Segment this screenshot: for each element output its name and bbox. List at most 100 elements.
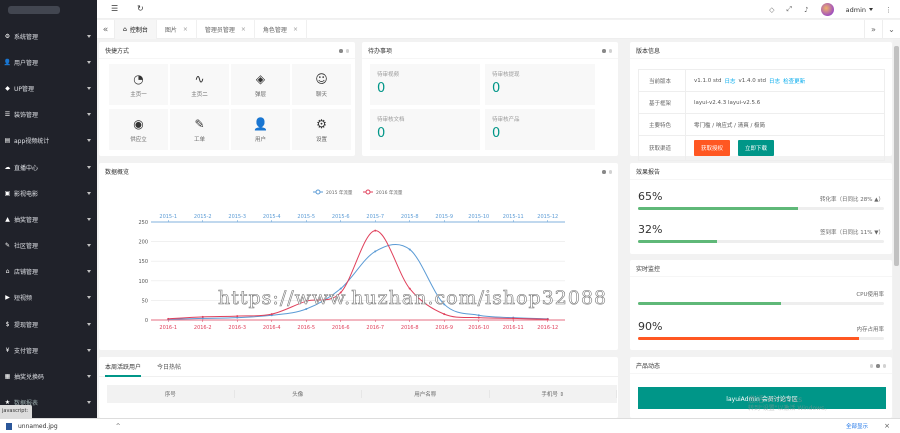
- tab-active-users[interactable]: 本周活跃用户: [105, 362, 142, 377]
- sidebar-item[interactable]: 👤 用户管理: [0, 49, 97, 75]
- sidebar-item[interactable]: ▦ 抽奖兑换码: [0, 363, 97, 389]
- show-all-link[interactable]: 全部显示: [846, 422, 868, 430]
- carousel-dots[interactable]: [602, 170, 612, 174]
- refresh-icon[interactable]: ↻: [137, 4, 144, 13]
- sidebar-item[interactable]: ▣ 影视电影: [0, 180, 97, 206]
- file-icon: [6, 422, 12, 430]
- download-file-name[interactable]: unnamed.jpg: [18, 423, 58, 430]
- column-header[interactable]: 用户名称: [362, 390, 490, 398]
- tabs-prev-icon[interactable]: «: [97, 20, 115, 39]
- sidebar-item[interactable]: ☁ 直播中心: [0, 154, 97, 180]
- carousel-dots[interactable]: [869, 364, 886, 368]
- scrollbar[interactable]: [893, 40, 900, 418]
- user-menu[interactable]: admin: [846, 6, 873, 14]
- close-icon[interactable]: ×: [241, 26, 246, 33]
- scrollbar-thumb[interactable]: [894, 46, 899, 266]
- chevron-up-icon[interactable]: ^: [116, 423, 121, 430]
- page-tab[interactable]: 角色管理 ×: [255, 20, 307, 39]
- page-tab[interactable]: 管理员管理 ×: [197, 20, 255, 39]
- sidebar-item-label: 店铺管理: [14, 269, 39, 277]
- close-icon[interactable]: ×: [884, 422, 890, 430]
- shortcut-item[interactable]: ✎ 工单: [170, 109, 229, 150]
- chevron-down-icon: [869, 8, 873, 11]
- shortcut-item[interactable]: ◈ 弹层: [231, 64, 290, 105]
- sidebar-item-label: app视频统计: [14, 138, 50, 146]
- sidebar-item[interactable]: ⌂ 店铺管理: [0, 259, 97, 285]
- sidebar-item[interactable]: ✎ 社区管理: [0, 233, 97, 259]
- check-update-link[interactable]: 检查更新: [783, 77, 805, 85]
- chevron-down-icon: [87, 86, 91, 90]
- avatar[interactable]: [820, 3, 834, 16]
- version-key: 主要特色: [649, 122, 672, 129]
- windows-activation: 激活 Windows 转到"设置"以激活 Windows。: [748, 395, 830, 413]
- shortcut-item[interactable]: ☺ 聊天: [292, 64, 351, 105]
- shortcut-item[interactable]: 👤 用户: [231, 109, 290, 150]
- x-bottom-tick-label: 2016-5: [297, 325, 315, 331]
- close-icon[interactable]: ×: [293, 26, 298, 33]
- get-license-button[interactable]: 获取授权: [694, 140, 731, 156]
- shortcut-item[interactable]: ◔ 主页一: [109, 64, 168, 105]
- sidebar-item[interactable]: ⚙ 系统管理: [0, 23, 97, 49]
- page-tab[interactable]: ⌂ 控制台: [115, 20, 157, 39]
- sidebar-item[interactable]: $ 提现管理: [0, 311, 97, 337]
- version-row-base: 基于框架 layui-v2.4.3 layui-v2.5.6: [639, 92, 884, 114]
- log-link[interactable]: 日志: [725, 77, 736, 85]
- chevron-down-icon: [87, 244, 91, 248]
- menu-toggle-icon[interactable]: ☰: [111, 4, 118, 13]
- x-top-tick-label: 2015-12: [537, 214, 558, 220]
- column-header[interactable]: 序号: [107, 390, 235, 398]
- x-bottom-tick-label: 2016-4: [263, 325, 281, 331]
- todo-count: 0: [492, 81, 501, 96]
- log-link[interactable]: 日志: [769, 77, 780, 85]
- shortcut-item[interactable]: ◉ 供应立: [109, 109, 168, 150]
- chevron-down-icon: [87, 165, 91, 169]
- shortcut-item[interactable]: ∿ 主页二: [170, 64, 229, 105]
- sidebar-item[interactable]: ▲ 抽奖管理: [0, 206, 97, 232]
- overview-title: 数据概览: [105, 169, 130, 176]
- download-button[interactable]: 立即下载: [738, 140, 775, 156]
- x-bottom-tick-label: 2016-10: [468, 325, 489, 331]
- menu-icon: ¥: [5, 346, 10, 354]
- data-point: [374, 250, 377, 253]
- progress-bar: [638, 240, 884, 243]
- tag-icon[interactable]: ◇: [769, 6, 774, 14]
- page-tab[interactable]: 图片 ×: [157, 20, 197, 39]
- sidebar-item[interactable]: ☰ 装饰管理: [0, 102, 97, 128]
- monitor-title: 实时监控: [636, 265, 661, 273]
- sidebar-item[interactable]: ◆ UP管理: [0, 75, 97, 101]
- shortcut-label: 供应立: [130, 137, 147, 143]
- tabs-next-icon[interactable]: »: [864, 20, 882, 39]
- todo-item[interactable]: 待审核产品 0: [485, 109, 595, 150]
- bell-icon[interactable]: ♪: [804, 6, 808, 14]
- todo-label: 待审核产品: [492, 117, 520, 123]
- report-value: 32%: [638, 223, 663, 236]
- column-header[interactable]: 头像: [235, 390, 362, 398]
- todo-item[interactable]: 待审核文档 0: [370, 109, 480, 150]
- todo-item[interactable]: 待审视频 0: [370, 64, 480, 105]
- fullscreen-icon[interactable]: ⤢: [787, 5, 793, 14]
- sidebar-item[interactable]: ▤ app视频统计: [0, 128, 97, 154]
- x-top-tick-label: 2015-11: [503, 214, 524, 220]
- carousel-dots[interactable]: [339, 49, 349, 53]
- tabs-menu-icon[interactable]: ⌄: [882, 20, 900, 39]
- overview-card: 数据概览 2015 年流量 2016 年流量 0 50 100 150 200 250 2015…: [99, 163, 618, 350]
- x-top-tick-label: 2015-3: [228, 214, 246, 220]
- card-title: 版本信息: [630, 42, 892, 59]
- legend-label: 2015 年流量: [326, 189, 353, 196]
- card-title: 快捷方式: [99, 42, 355, 59]
- column-header[interactable]: 手机号 ⇕: [490, 390, 617, 398]
- tab-label: 控制台: [129, 27, 148, 34]
- todo-grid: 待审视频 0 待审核提现 0 待审核文档 0 待审核产品 0: [370, 64, 595, 150]
- shortcut-item[interactable]: ⚙ 设置: [292, 109, 351, 150]
- carousel-dots[interactable]: [602, 49, 612, 53]
- data-point: [201, 315, 204, 318]
- report-note: 签到率（日同比 11% ▼）: [820, 230, 884, 236]
- todo-item[interactable]: 待审核提现 0: [485, 64, 595, 105]
- tab-hot-posts[interactable]: 今日热帖: [157, 362, 181, 371]
- version-card: 版本信息 当前版本 v1.1.0 std 日志 v1.4.0 std 日志 检查…: [630, 42, 892, 161]
- sidebar-item[interactable]: ¥ 支付管理: [0, 337, 97, 363]
- more-icon[interactable]: ⋮: [885, 6, 892, 14]
- close-icon[interactable]: ×: [183, 26, 188, 33]
- version-value: 零门槛 / 响应式 / 清爽 / 极简: [685, 114, 884, 135]
- sidebar-item[interactable]: ▶ 短视频: [0, 285, 97, 311]
